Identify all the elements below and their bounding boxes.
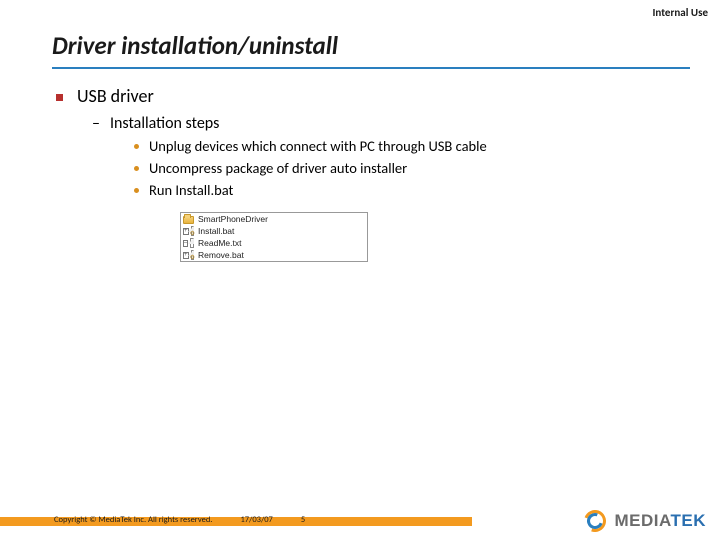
bullet-level3: Run Install.bat <box>134 181 680 199</box>
logo-mark-icon <box>584 510 606 532</box>
footer-date: 17/03/07 <box>240 515 272 525</box>
file-name: Install.bat <box>198 226 234 236</box>
page-number: 5 <box>301 515 305 525</box>
footer: Copyright © MediaTek Inc. All rights res… <box>0 510 720 540</box>
dot-bullet-icon <box>134 144 139 149</box>
lvl3-text-0: Unplug devices which connect with PC thr… <box>149 137 487 155</box>
lvl3-text-2: Run Install.bat <box>149 181 233 199</box>
folder-icon <box>183 216 194 224</box>
dot-bullet-icon <box>134 188 139 193</box>
title-underline <box>52 67 690 69</box>
file-row-folder: SmartPhoneDriver <box>181 213 367 225</box>
logo-word2: TEK <box>671 511 707 530</box>
text-file-icon: – <box>183 238 194 248</box>
mediatek-logo: MEDIATEK <box>584 510 706 532</box>
file-list: SmartPhoneDriver + Install.bat – ReadMe.… <box>180 212 368 262</box>
slide-title: Driver installation/uninstall <box>52 30 690 61</box>
classification-label: Internal Use <box>653 6 709 19</box>
bullet-level2: – Installation steps <box>92 114 680 133</box>
file-name: ReadMe.txt <box>198 238 241 248</box>
lvl1-text: USB driver <box>77 86 154 108</box>
dash-bullet-icon: – <box>92 114 100 133</box>
file-row-text: – ReadMe.txt <box>181 237 367 249</box>
logo-word1: MEDIA <box>614 511 670 530</box>
footer-text: Copyright © MediaTek Inc. All rights res… <box>54 515 305 525</box>
square-bullet-icon <box>56 94 63 101</box>
file-name: Remove.bat <box>198 250 244 260</box>
bullet-level3: Uncompress package of driver auto instal… <box>134 159 680 177</box>
lvl3-text-1: Uncompress package of driver auto instal… <box>149 159 407 177</box>
logo-wordmark: MEDIATEK <box>614 511 706 531</box>
file-row-batch: + Install.bat <box>181 225 367 237</box>
content-block: USB driver – Installation steps Unplug d… <box>56 86 680 199</box>
batch-file-icon: + <box>183 226 194 236</box>
dot-bullet-icon <box>134 166 139 171</box>
batch-file-icon: + <box>183 250 194 260</box>
bullet-level1: USB driver <box>56 86 680 108</box>
bullet-level3: Unplug devices which connect with PC thr… <box>134 137 680 155</box>
copyright-text: Copyright © MediaTek Inc. All rights res… <box>54 515 212 525</box>
file-row-batch: + Remove.bat <box>181 249 367 261</box>
title-block: Driver installation/uninstall <box>52 30 690 69</box>
slide: Internal Use Driver installation/uninsta… <box>0 0 720 540</box>
file-name: SmartPhoneDriver <box>198 214 268 224</box>
lvl2-text: Installation steps <box>110 114 219 133</box>
